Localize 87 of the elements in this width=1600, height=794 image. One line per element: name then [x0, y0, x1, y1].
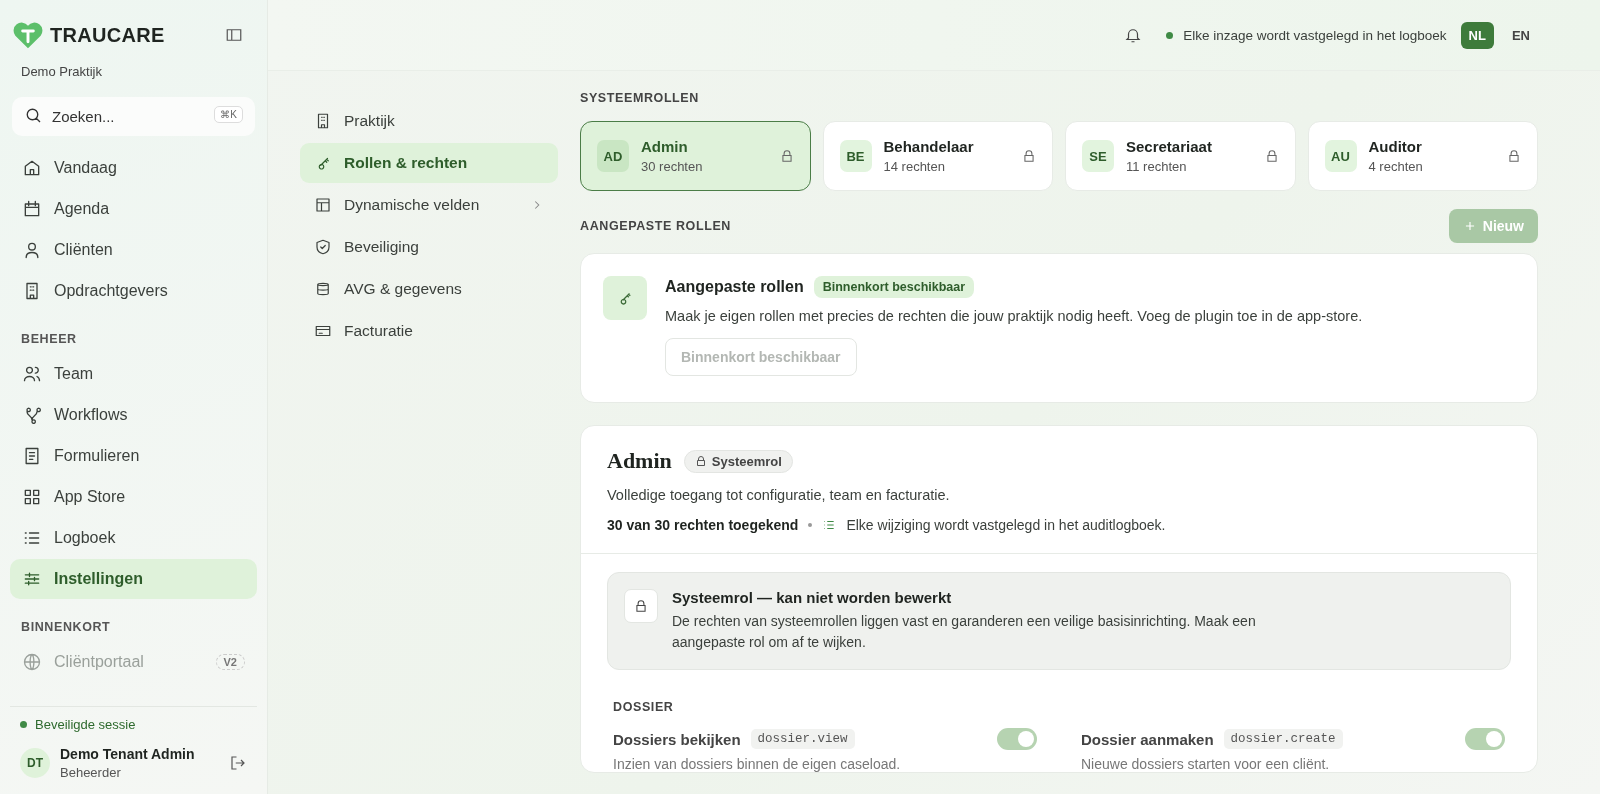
nav-section-heading: BINNENKORT [20, 619, 112, 636]
status-dot [1166, 31, 1174, 39]
home-icon [22, 158, 42, 178]
lock-icon [1022, 149, 1036, 163]
permission-name: Dossier aanmaken [1081, 730, 1214, 748]
nav-item[interactable]: Cliënten [10, 230, 257, 270]
role-count: 14 rechten [883, 159, 946, 174]
permission-group-heading: DOSSIER [613, 700, 675, 714]
tenant-name: Demo Praktijk [21, 64, 103, 79]
lock-icon [779, 149, 794, 163]
list-icon [822, 518, 837, 532]
lock-icon [1507, 149, 1521, 163]
calendar-icon [22, 199, 42, 219]
settings-nav-item[interactable]: Rollen & rechten [300, 143, 558, 183]
logging-notice: Elke inzage wordt vastgelegd in het logboek [1183, 27, 1447, 43]
role-card[interactable]: SE Secretariaat 11 rechten [1065, 121, 1296, 191]
settings-nav-item[interactable]: Beveiliging [300, 227, 558, 267]
users-icon [22, 364, 42, 384]
role-initials: AU [1324, 140, 1357, 172]
role-count: 30 rechten [641, 159, 704, 174]
logout-icon[interactable] [229, 754, 247, 772]
heart-logo-icon [12, 20, 44, 50]
lock-icon [1264, 149, 1279, 163]
user-avatar: DT [20, 748, 50, 778]
globe-icon [22, 652, 42, 672]
role-name: Admin [641, 138, 689, 155]
sidebar-toggle-icon[interactable] [225, 26, 243, 44]
nav-item[interactable]: Logboek [10, 518, 257, 558]
role-title: Admin [607, 448, 672, 474]
role-card[interactable]: AD Admin 30 rechten [580, 121, 811, 191]
role-count: 11 rechten [1126, 159, 1188, 174]
granted-count: 30 van 30 rechten toegekend [607, 517, 799, 533]
lock-icon [624, 589, 658, 623]
settings-nav-item[interactable]: Dynamische velden [300, 185, 558, 225]
settings-nav-item[interactable]: Praktijk [300, 101, 558, 141]
shield-icon [314, 238, 332, 256]
role-name: Behandelaar [883, 138, 975, 155]
brand-name: TRAUCARE [50, 23, 166, 47]
permission-code: dossier.view [750, 729, 855, 749]
role-initials: BE [839, 140, 872, 172]
user-role: Beheerder [60, 765, 122, 780]
nav-item[interactable]: App Store [10, 477, 257, 517]
card-title: Aangepaste rollen [665, 278, 804, 296]
nav-item[interactable]: Workflows [10, 395, 257, 435]
role-name: Auditor [1368, 138, 1423, 155]
section-heading: SYSTEEMROLLEN [580, 91, 700, 105]
audit-note: Elke wijziging wordt vastgelegd in het auditlogboek. [846, 517, 1166, 533]
settings-nav-item[interactable]: AVG & gegevens [300, 269, 558, 309]
permission-description: Inzien van dossiers binnen de eigen caseload. [613, 756, 902, 772]
role-count: 4 rechten [1368, 159, 1424, 174]
permission-name: Dossiers bekijken [613, 730, 741, 748]
role-name: Secretariaat [1126, 138, 1213, 155]
bell-icon[interactable] [1124, 26, 1143, 44]
database-icon [314, 280, 332, 298]
nav-item[interactable]: Formulieren [10, 436, 257, 476]
key-icon [603, 276, 647, 320]
permission-description: Nieuwe dossiers starten voor een cliënt. [1081, 756, 1331, 772]
role-card[interactable]: AU Auditor 4 rechten [1307, 121, 1538, 191]
nav-item[interactable]: Instellingen [10, 559, 257, 599]
permission-toggle[interactable] [997, 728, 1037, 750]
permission-toggle[interactable] [1465, 728, 1505, 750]
notice-title: Systeemrol — kan niet worden bewerkt [672, 589, 953, 606]
status-badge: Binnenkort beschikbaar [813, 276, 975, 298]
nav-item[interactable]: Opdrachtgevers [10, 271, 257, 311]
session-status: Beveiligde sessie [35, 717, 136, 732]
role-initials: AD [597, 140, 629, 172]
user-name: Demo Tenant Admin [60, 746, 196, 762]
grid-icon [22, 487, 42, 507]
system-role-badge: Systeemrol [683, 449, 793, 473]
layout-icon [314, 196, 332, 214]
language-button[interactable]: EN [1503, 21, 1538, 49]
role-card[interactable]: BE Behandelaar 14 rechten [822, 121, 1053, 191]
notice-text: De rechten van systeemrollen liggen vast en garanderen een veilige basisinrichting. Maak een aangepaste rol om af te wijken. [672, 612, 1257, 652]
status-dot [20, 721, 27, 728]
role-initials: SE [1082, 140, 1114, 172]
card-description: Maak je eigen rollen met precies de rechten die jouw praktijk nodig heeft. Voeg de plugin toe in de app-store. [665, 308, 1363, 324]
nav-item[interactable]: Agenda [10, 189, 257, 229]
role-description: Volledige toegang tot configuratie, team en facturatie. [607, 487, 951, 503]
shortcut-hint: ⌘K [214, 106, 243, 123]
section-heading: AANGEPASTE ROLLEN [580, 219, 731, 233]
language-button[interactable]: NL [1460, 21, 1494, 49]
nav-item[interactable]: Team [10, 354, 257, 394]
permission-code: dossier.create [1223, 729, 1343, 749]
nav-item[interactable]: Vandaag [10, 148, 257, 188]
nav-item[interactable]: Cliëntportaal V2 [10, 642, 257, 682]
settings-nav-item[interactable]: Facturatie [300, 311, 558, 351]
nav-section-heading: BEHEER [20, 331, 78, 348]
